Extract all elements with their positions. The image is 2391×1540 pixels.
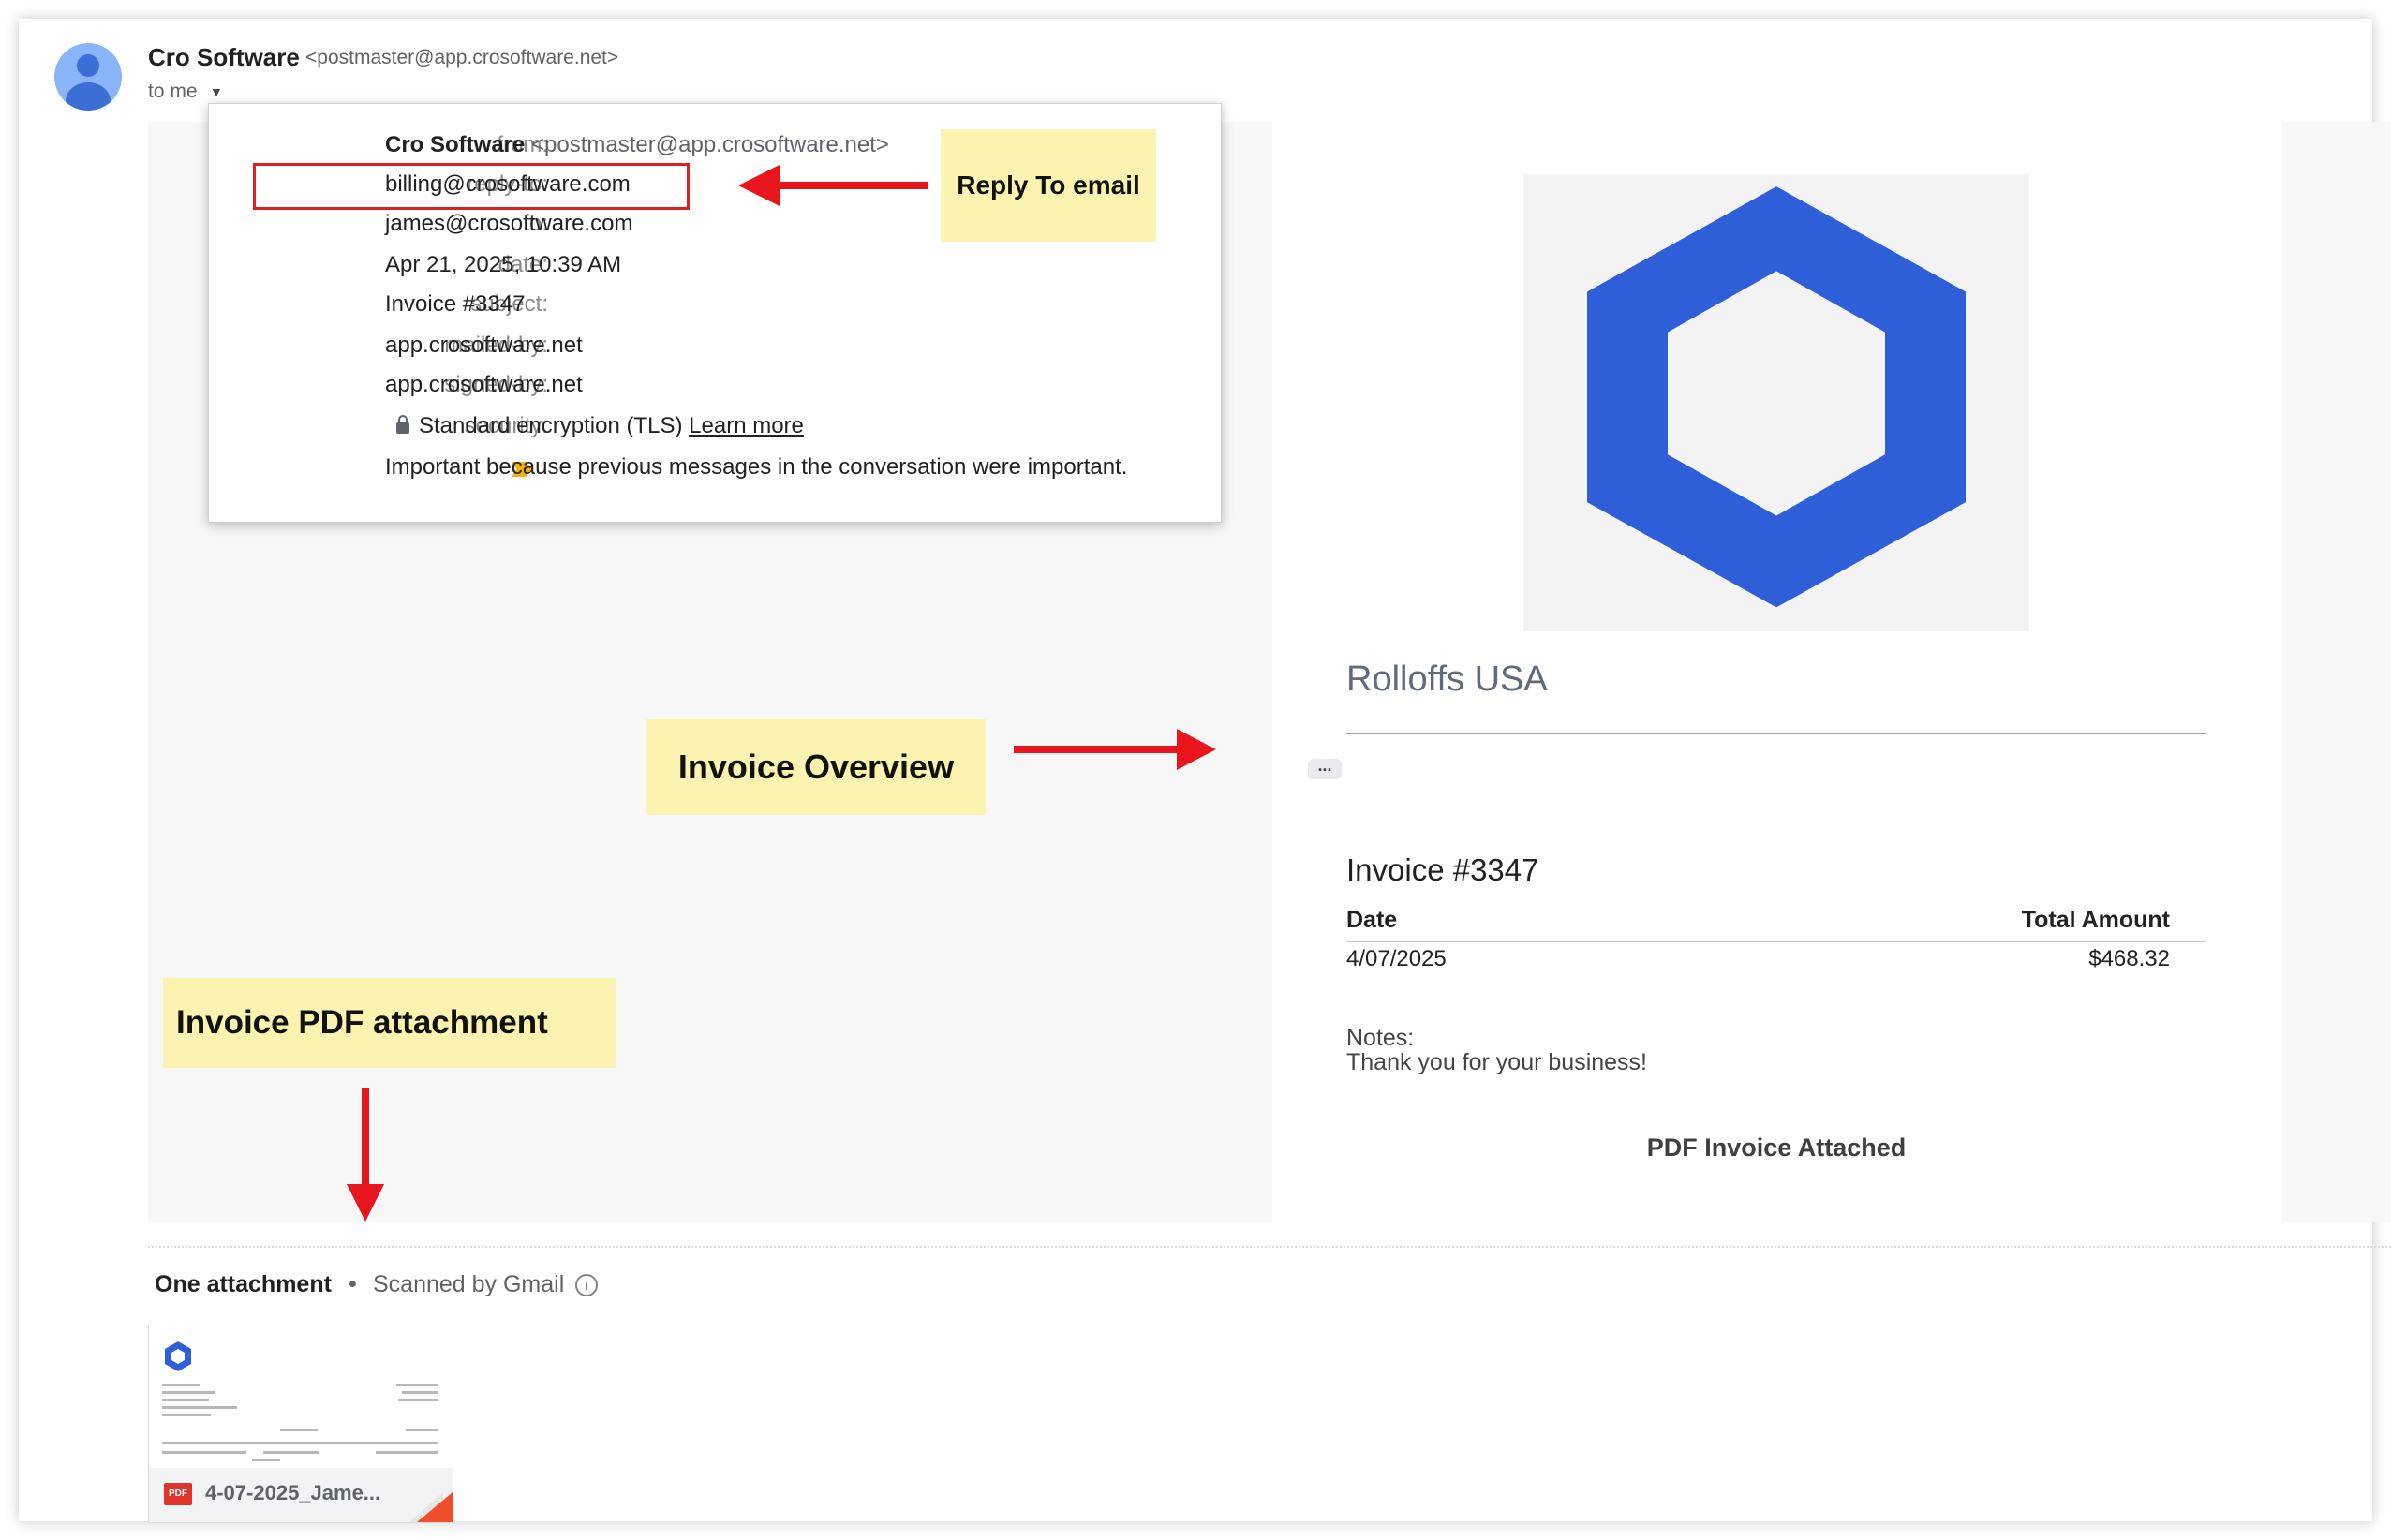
company-logo (1523, 174, 2029, 631)
learn-more-link[interactable]: Learn more (689, 413, 804, 438)
from-email: <postmaster@app.crosoftware.net> (531, 132, 889, 157)
table-cell-date: 4/07/2025 (1346, 946, 1447, 971)
from-name: Cro Software (385, 132, 526, 157)
show-trimmed-content-button[interactable]: ... (1308, 757, 1342, 779)
attachment-thumbnail (149, 1325, 453, 1466)
table-header-date: Date (1346, 907, 1398, 933)
invoice-overview-annotation-text: Invoice Overview (677, 748, 955, 786)
company-name: Rolloffs USA (1346, 659, 1548, 699)
reply-to-highlight-box (253, 163, 690, 210)
scanned-by-gmail-text: Scanned by Gmail (373, 1271, 565, 1297)
detail-row-signed-by: signed-by: app.crosoftware.net (209, 372, 1221, 409)
attachments-divider (148, 1246, 2391, 1248)
detail-row-security: security: Standard encryption (TLS) Lear… (209, 413, 1221, 451)
thumbnail-logo (165, 1341, 191, 1371)
company-divider (1346, 733, 2206, 734)
detail-row-date: date: Apr 21, 2025, 10:39 AM (209, 252, 1221, 289)
pdf-attached-text: PDF Invoice Attached (1646, 1133, 1907, 1162)
attachment-footer: PDF 4-07-2025_Jame... (149, 1468, 453, 1522)
security-text: Standard encryption (TLS) (419, 413, 683, 438)
attachments-separator: • (349, 1271, 357, 1297)
email-body-right-panel (2282, 122, 2391, 1222)
reply-to-arrow-head (738, 165, 780, 206)
detail-row-mailed-by: mailed-by: app.crosoftware.net (209, 333, 1221, 370)
info-icon[interactable]: i (575, 1274, 598, 1296)
attachments-title: One attachment (155, 1271, 332, 1297)
lock-icon (396, 415, 409, 434)
overview-arrow-line (1014, 746, 1182, 753)
detail-value-from: Cro Software <postmaster@app.crosoftware… (385, 132, 889, 158)
reply-to-arrow-line (776, 182, 928, 189)
recipient-summary: to me (148, 81, 198, 102)
sender-name: Cro Software (148, 43, 300, 71)
reply-to-annotation-text: Reply To email (957, 170, 1140, 200)
invoice-number: Invoice #3347 (1346, 852, 1539, 887)
pdf-annotation-text: Invoice PDF attachment (176, 1004, 548, 1041)
chevron-down-icon[interactable]: ▼ (210, 84, 223, 99)
detail-value-security: Standard encryption (TLS) Learn more (385, 413, 804, 439)
reply-to-annotation: Reply To email (941, 129, 1156, 242)
detail-value-signed-by: app.crosoftware.net (385, 372, 583, 397)
sender-email: <postmaster@app.crosoftware.net> (305, 47, 619, 68)
detail-value-importance: Important because previous messages in t… (385, 454, 1128, 480)
notes-text: Thank you for your business! (1346, 1049, 1647, 1075)
detail-row-importance: : Important because previous messages in… (209, 454, 1221, 492)
pdf-arrow-line (362, 1088, 369, 1190)
detail-value-mailed-by: app.crosoftware.net (385, 333, 583, 358)
notes-label: Notes: (1346, 1025, 1415, 1051)
pdf-file-icon: PDF (164, 1483, 192, 1505)
table-cell-total: $468.32 (2088, 946, 2170, 971)
pdf-annotation: Invoice PDF attachment (163, 978, 616, 1068)
table-header-total: Total Amount (2021, 907, 2170, 933)
attachment-file-name: 4-07-2025_Jame... (205, 1481, 381, 1504)
detail-value-subject: Invoice #3347 (385, 291, 526, 317)
detail-value-to[interactable]: james@crosoftware.com (385, 211, 632, 237)
sender-avatar[interactable] (54, 43, 122, 111)
overview-arrow-head (1177, 729, 1216, 770)
table-divider (1346, 941, 2206, 942)
attachment-card[interactable]: PDF 4-07-2025_Jame... (148, 1325, 453, 1523)
detail-row-subject: subject: Invoice #3347 (209, 291, 1221, 329)
email-view: Cro Software <postmaster@app.crosoftware… (19, 19, 2391, 1523)
invoice-overview-annotation: Invoice Overview (646, 719, 986, 815)
pdf-arrow-head (347, 1184, 384, 1222)
detail-value-date: Apr 21, 2025, 10:39 AM (385, 252, 622, 277)
